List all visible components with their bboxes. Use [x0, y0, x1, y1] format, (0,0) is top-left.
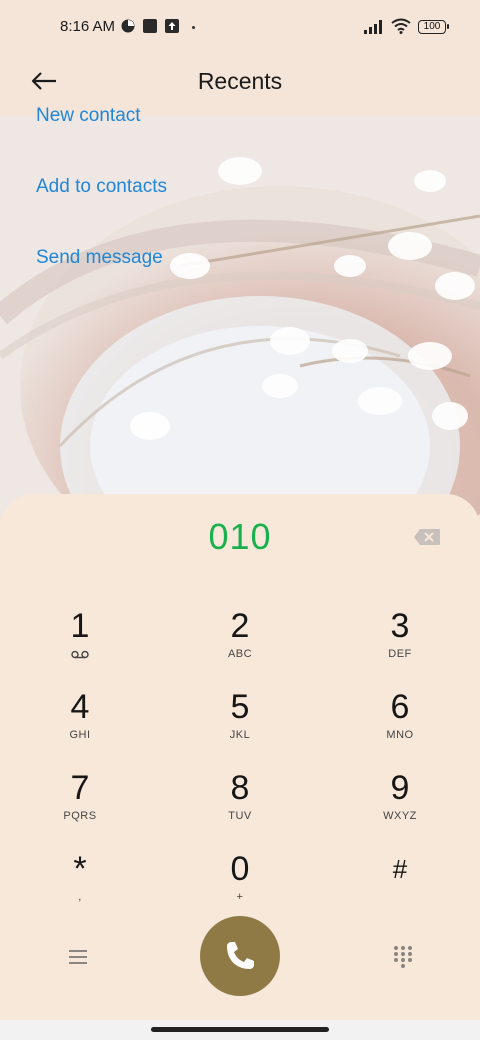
status-time: 8:16 AM [60, 18, 116, 35]
key-2[interactable]: 2 ABC [180, 606, 300, 682]
square-notification-icon [143, 19, 157, 33]
menu-icon[interactable] [64, 944, 92, 970]
key-star[interactable]: * , [20, 849, 140, 925]
upload-notification-icon [165, 19, 179, 33]
status-bar: 8:16 AM 100 [0, 0, 480, 56]
key-4[interactable]: 4 GHI [20, 687, 140, 763]
send-message-link[interactable]: Send message [36, 214, 167, 285]
key-9[interactable]: 9 WXYZ [340, 768, 460, 844]
key-hash[interactable]: # [340, 849, 460, 925]
key-0[interactable]: 0 + [180, 849, 300, 925]
notification-dot [192, 26, 195, 29]
add-to-contacts-link[interactable]: Add to contacts [36, 143, 167, 214]
dialer-panel: 010 1 2 ABC 3 DEF 4 GHI 5 JKL 6 MNO 7 PQ… [0, 494, 480, 1020]
wifi-icon [391, 18, 411, 34]
backspace-icon[interactable] [413, 528, 441, 546]
key-1[interactable]: 1 [20, 606, 140, 682]
key-7[interactable]: 7 PQRS [20, 768, 140, 844]
recent-actions-list: New contact Add to contacts Send message [36, 105, 167, 285]
phone-icon [227, 942, 254, 969]
system-nav-bar [0, 1020, 480, 1040]
key-3[interactable]: 3 DEF [340, 606, 460, 682]
battery-icon: 100 [418, 20, 449, 34]
voicemail-icon [71, 650, 89, 659]
new-contact-link[interactable]: New contact [36, 72, 167, 143]
home-gesture-handle[interactable] [151, 1027, 329, 1032]
key-5[interactable]: 5 JKL [180, 687, 300, 763]
signal-icon [364, 20, 382, 34]
app-notification-icon [121, 19, 135, 33]
keypad-grid-icon[interactable] [390, 943, 416, 969]
dialed-number: 010 [208, 516, 272, 557]
call-button[interactable] [200, 916, 280, 996]
key-6[interactable]: 6 MNO [340, 687, 460, 763]
key-8[interactable]: 8 TUV [180, 768, 300, 844]
